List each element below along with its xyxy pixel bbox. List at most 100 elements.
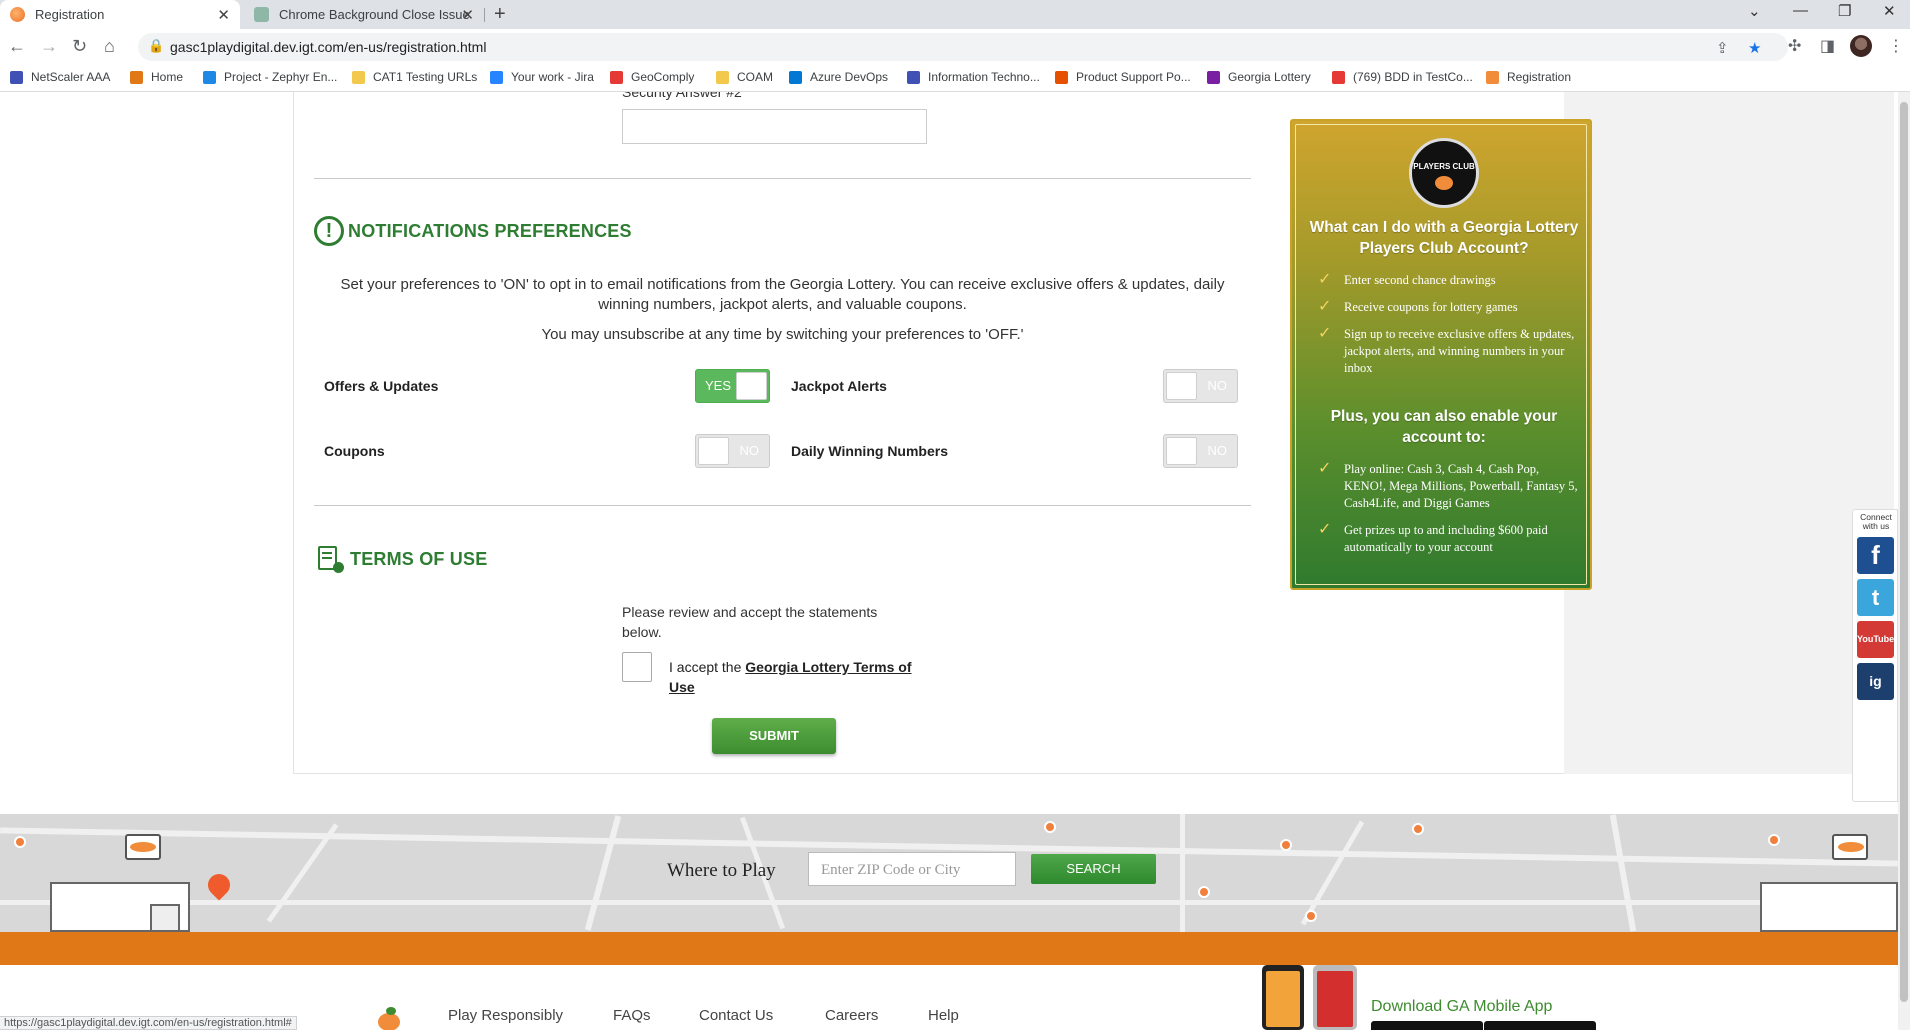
reload-icon[interactable]: ↻ (72, 36, 87, 57)
tab-registration[interactable]: Registration ✕ (0, 0, 240, 29)
tab-title: Chrome Background Close Issue (279, 7, 470, 22)
peach-icon (10, 7, 25, 22)
divider (314, 178, 1251, 179)
georgia-lottery-icon (1207, 70, 1220, 84)
tab-separator (484, 8, 485, 22)
promo-heading: What can I do with a Georgia Lottery Pla… (1309, 219, 1579, 257)
youtube-icon (1332, 70, 1345, 84)
bookmark-label: Your work - Jira (511, 70, 594, 84)
page-content: Security Answer #2 ! NOTIFICATIONS PREFE… (0, 92, 1898, 1030)
youtube-icon[interactable]: YouTube (1857, 621, 1894, 658)
pref-label-daily-winning: Daily Winning Numbers (791, 443, 949, 459)
restore-icon[interactable]: ❐ (1838, 2, 1851, 20)
jackpot-toggle[interactable]: NO (1163, 369, 1238, 403)
bookmark-item[interactable]: Azure DevOps (789, 70, 888, 84)
page-scrollbar[interactable] (1898, 92, 1910, 1030)
peach-icon (1435, 176, 1453, 190)
app-store-badge[interactable] (1371, 1021, 1483, 1030)
toggle-state: NO (1207, 378, 1228, 393)
bookmark-item[interactable]: (769) BDD in TestCo... (1332, 70, 1473, 84)
check-icon: ✓ (1318, 269, 1332, 288)
location-dot-icon (1198, 886, 1210, 898)
side-panel-icon[interactable]: ◨ (1820, 36, 1835, 56)
bookmark-label: (769) BDD in TestCo... (1353, 70, 1473, 84)
bookmark-item[interactable]: Information Techno... (907, 70, 1040, 84)
minimize-icon[interactable]: — (1793, 2, 1808, 19)
peach-icon (1486, 70, 1499, 84)
scrollbar-thumb[interactable] (1900, 102, 1908, 1002)
promo-item: ✓ Get prizes up to and including $600 pai… (1318, 519, 1548, 554)
terms-title: TERMS OF USE (350, 548, 488, 569)
footer-link-help[interactable]: Help (928, 1007, 959, 1024)
location-dot-icon (1280, 839, 1292, 851)
where-to-play-title: Where to Play (667, 860, 776, 881)
window-close-icon[interactable]: ✕ (1883, 2, 1896, 20)
security-answer-input[interactable] (622, 109, 927, 144)
connect-label: Connect with us (1860, 512, 1892, 531)
google-play-badge[interactable] (1484, 1021, 1596, 1030)
product-support-icon (1055, 70, 1068, 84)
lock-icon[interactable]: 🔒 (148, 38, 164, 54)
menu-kebab-icon[interactable]: ⋮ (1888, 36, 1904, 56)
twitter-icon[interactable]: t (1857, 579, 1894, 616)
footer-link-play-responsibly[interactable]: Play Responsibly (448, 1007, 563, 1024)
bookmark-label: Georgia Lottery (1228, 70, 1311, 84)
bookmark-item[interactable]: Your work - Jira (490, 70, 594, 84)
tab-chrome-background[interactable]: Chrome Background Close Issue ✕ (244, 0, 484, 29)
coupons-toggle[interactable]: NO (695, 434, 770, 468)
location-dot-icon (1305, 910, 1317, 922)
bookmark-item[interactable]: GeoComply (610, 70, 694, 84)
search-button[interactable]: SEARCH (1031, 854, 1156, 884)
bookmark-label: Product Support Po... (1076, 70, 1191, 84)
bookmark-label: CAT1 Testing URLs (373, 70, 478, 84)
promo-item: ✓ Enter second chance drawings (1318, 269, 1496, 288)
home-icon[interactable]: ⌂ (104, 36, 115, 57)
jira-icon (490, 70, 503, 84)
share-icon[interactable]: ⇪ (1716, 39, 1729, 57)
terms-heading: TERMS OF USE (318, 546, 488, 573)
home-logo-icon (130, 70, 143, 84)
notifications-title: NOTIFICATIONS PREFERENCES (348, 220, 632, 241)
netscaler-icon (10, 70, 23, 84)
tab-search-icon[interactable]: ⌄ (1748, 2, 1761, 20)
bookmark-star-icon[interactable]: ★ (1748, 39, 1761, 57)
bookmark-item[interactable]: Product Support Po... (1055, 70, 1191, 84)
footer-link-contact-us[interactable]: Contact Us (699, 1007, 773, 1024)
zip-code-input[interactable]: Enter ZIP Code or City (808, 852, 1016, 886)
url-text[interactable]: gasc1playdigital.dev.igt.com/en-us/regis… (170, 39, 486, 55)
terms-review-text: Please review and accept the statements … (622, 604, 878, 640)
phone-image (1262, 965, 1304, 1030)
bookmark-item[interactable]: Registration (1486, 70, 1571, 84)
bookmark-item[interactable]: Georgia Lottery (1207, 70, 1311, 84)
back-icon[interactable]: ← (8, 36, 26, 57)
toggle-knob (698, 437, 729, 465)
new-tab-icon[interactable]: + (494, 3, 506, 26)
close-icon[interactable]: ✕ (217, 6, 230, 24)
bookmark-item[interactable]: Project - Zephyr En... (203, 70, 337, 84)
sidebar-column (1564, 92, 1894, 774)
daily-winning-toggle[interactable]: NO (1163, 434, 1238, 468)
bookmark-item[interactable]: COAM (716, 70, 773, 84)
close-icon[interactable]: ✕ (461, 6, 474, 24)
bookmark-item[interactable]: NetScaler AAA (10, 70, 110, 84)
download-app-title: Download GA Mobile App (1371, 998, 1553, 1015)
offers-toggle[interactable]: YES (695, 369, 770, 403)
footer-link-careers[interactable]: Careers (825, 1007, 878, 1024)
profile-avatar[interactable] (1850, 35, 1872, 57)
bookmark-item[interactable]: CAT1 Testing URLs (352, 70, 477, 84)
instagram-icon[interactable]: ig (1857, 663, 1894, 700)
submit-button[interactable]: SUBMIT (712, 718, 836, 754)
facebook-icon[interactable]: f (1857, 537, 1894, 574)
bookmark-label: Home (151, 70, 184, 84)
tab-strip: Registration ✕ Chrome Background Close I… (0, 0, 1910, 29)
georgia-lottery-logo[interactable] (372, 1007, 412, 1030)
bookmark-item[interactable]: Home (130, 70, 183, 84)
accept-terms-checkbox[interactable] (622, 652, 652, 682)
footer-link-faqs[interactable]: FAQs (613, 1007, 651, 1024)
forward-icon[interactable]: → (40, 36, 58, 57)
store-illustration (1750, 834, 1898, 932)
location-dot-icon (1768, 834, 1780, 846)
address-bar[interactable]: 🔒 gasc1playdigital.dev.igt.com/en-us/reg… (138, 33, 1788, 61)
bookmark-label: Registration (1507, 70, 1572, 84)
extensions-icon[interactable]: ✣ (1788, 36, 1801, 56)
